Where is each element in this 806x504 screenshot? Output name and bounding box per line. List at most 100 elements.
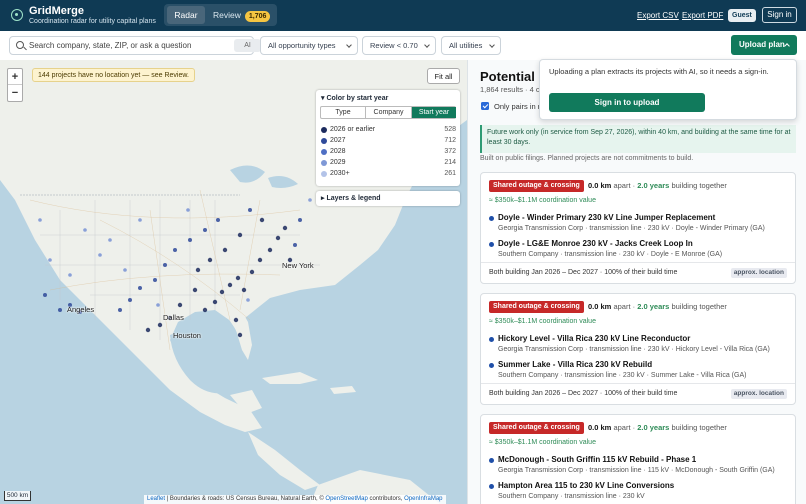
opportunity-card[interactable]: Shared outage & crossing 0.0 km apart · … — [480, 172, 796, 284]
fit-all-button[interactable]: Fit all — [427, 68, 460, 84]
radar-logo-icon — [11, 9, 23, 21]
legend-label: 2028 — [330, 148, 346, 155]
project-name: Hampton Area 115 to 230 kV Line Conversi… — [498, 481, 675, 490]
project-dot — [489, 363, 494, 368]
opportunity-type-dropdown[interactable]: All opportunity types — [260, 36, 358, 55]
legend-count: 372 — [444, 148, 456, 155]
color-by-type[interactable]: Type — [321, 107, 366, 118]
chevron-down-icon — [489, 42, 495, 48]
legend-swatch — [321, 127, 327, 133]
zoom-in-button[interactable]: + — [8, 69, 22, 85]
build-window: Both building Jan 2026 – Dec 2027 · 100%… — [489, 269, 678, 276]
legend-label: 2029 — [330, 159, 346, 166]
only-pairs-label: Only pairs in m — [494, 102, 545, 111]
only-pairs-checkbox[interactable] — [481, 102, 489, 110]
project-dot — [489, 337, 494, 342]
no-location-notice[interactable]: 144 projects have no location yet — see … — [32, 68, 195, 82]
attribution-oim-link[interactable]: OpenInfraMap — [404, 496, 442, 502]
review-threshold-value: Review < 0.70 — [370, 41, 418, 50]
upload-plan-button[interactable]: Upload plan — [731, 35, 797, 55]
together-label: building together — [671, 181, 727, 190]
tab-review-label: Review — [213, 10, 241, 20]
opportunity-card[interactable]: Shared outage & crossing 0.0 km apart · … — [480, 293, 796, 405]
zoom-out-button[interactable]: − — [8, 85, 22, 101]
legend-row: 2030+ 261 — [321, 169, 456, 179]
map-attribution: Leaflet | Boundaries & roads: US Census … — [144, 495, 446, 504]
project-dot — [489, 458, 494, 463]
distance-value: 0.0 km — [588, 181, 612, 190]
opportunity-card[interactable]: Shared outage & crossing 0.0 km apart · … — [480, 414, 796, 504]
opportunity-tag: Shared outage & crossing — [489, 180, 584, 192]
color-by-segmented-control: Type Company Start year — [320, 106, 456, 119]
sign-in-button[interactable]: Sign in — [762, 7, 797, 23]
card-divider — [481, 383, 795, 384]
tab-radar[interactable]: Radar — [167, 6, 205, 24]
together-label: building together — [671, 423, 727, 432]
review-count-badge: 1,706 — [244, 11, 271, 22]
ai-button[interactable]: AI — [234, 39, 261, 52]
color-by-company[interactable]: Company — [366, 107, 412, 118]
coordination-value: ≈ $350k–$1.1M coordination value — [489, 439, 596, 446]
project-name: Doyle - LG&E Monroe 230 kV - Jacks Creek… — [498, 239, 693, 248]
project-meta: Southern Company · transmission line · 2… — [498, 251, 723, 258]
approx-location-badge: approx. location — [730, 268, 787, 278]
top-bar: GridMerge Coordination radar for utility… — [0, 0, 806, 31]
search-input[interactable] — [29, 38, 219, 53]
project-dot — [489, 242, 494, 247]
project-name: Hickory Level - Villa Rica 230 kV Line R… — [498, 334, 691, 343]
export-csv-link[interactable]: Export CSV — [637, 11, 679, 20]
attribution-leaflet-link[interactable]: Leaflet — [147, 496, 165, 502]
color-by-start-year[interactable]: Start year — [412, 107, 456, 118]
zoom-control: + − — [7, 68, 23, 102]
utilities-dropdown[interactable]: All utilities — [441, 36, 501, 55]
export-pdf-link[interactable]: Export PDF — [682, 11, 723, 20]
opportunity-tag: Shared outage & crossing — [489, 301, 584, 313]
coordination-value: ≈ $350k–$1.1M coordination value — [489, 197, 596, 204]
project-dot — [489, 484, 494, 489]
sign-in-to-upload-button[interactable]: Sign in to upload — [549, 93, 705, 112]
legend-row: 2027 712 — [321, 136, 456, 146]
project-meta: Southern Company · transmission line · 2… — [498, 372, 747, 379]
chevron-down-icon — [346, 42, 352, 48]
tab-review[interactable]: Review 1,706 — [212, 6, 274, 24]
map-legend: ▾ Color by start year Type Company Start… — [316, 90, 460, 186]
map-scale-bar: 500 km — [4, 491, 31, 501]
legend-count: 261 — [444, 170, 456, 177]
apart-label: apart · — [613, 181, 636, 190]
approx-location-badge: approx. location — [730, 389, 787, 399]
project-meta: Georgia Transmission Corp · transmission… — [498, 467, 775, 474]
guest-badge: Guest — [728, 9, 756, 22]
legend-row: 2028 372 — [321, 147, 456, 157]
apart-label: apart · — [613, 302, 636, 311]
layers-legend-toggle[interactable]: ▸ Layers & legend — [316, 191, 460, 206]
filter-info-box: Future work only (in service from Sep 27… — [480, 125, 796, 153]
legend-title[interactable]: ▾ Color by start year — [321, 94, 388, 102]
view-tabs: Radar Review 1,706 — [164, 4, 277, 26]
legend-swatch — [321, 149, 327, 155]
overlap-years: 2.0 years — [637, 423, 670, 432]
results-count: 1,864 results · 4 o — [480, 85, 541, 94]
legend-count: 214 — [444, 159, 456, 166]
distance-value: 0.0 km — [588, 302, 612, 311]
only-pairs-toggle[interactable]: Only pairs in m — [481, 102, 544, 111]
project-name: Doyle - Winder Primary 230 kV Line Jumpe… — [498, 213, 716, 222]
opportunity-type-value: All opportunity types — [268, 41, 336, 50]
app-name: GridMerge — [29, 5, 85, 17]
search-icon — [16, 41, 24, 49]
project-name: Summer Lake - Villa Rica 230 kV Rebuild — [498, 360, 653, 369]
distance-summary: 0.0 km apart · 2.0 years building togeth… — [588, 302, 727, 311]
project-name: McDonough - South Griffin 115 kV Rebuild… — [498, 455, 697, 464]
attribution-text: contributors, — [367, 496, 405, 502]
card-divider — [481, 262, 795, 263]
popover-text: Uploading a plan extracts its projects w… — [549, 67, 769, 76]
disclaimer-text: Built on public filings. Planned project… — [480, 155, 694, 162]
attribution-text: | Boundaries & roads: US Census Bureau, … — [165, 496, 326, 502]
upload-signin-popover: Uploading a plan extracts its projects w… — [539, 59, 797, 120]
city-label-los-angeles: Angeles — [67, 305, 95, 314]
review-threshold-dropdown[interactable]: Review < 0.70 — [362, 36, 436, 55]
legend-row: 2029 214 — [321, 158, 456, 168]
city-label-houston: Houston — [173, 331, 201, 340]
attribution-osm-link[interactable]: OpenStreetMap — [325, 496, 367, 502]
legend-label: 2026 or earlier — [330, 126, 376, 133]
build-window: Both building Jan 2026 – Dec 2027 · 100%… — [489, 390, 678, 397]
